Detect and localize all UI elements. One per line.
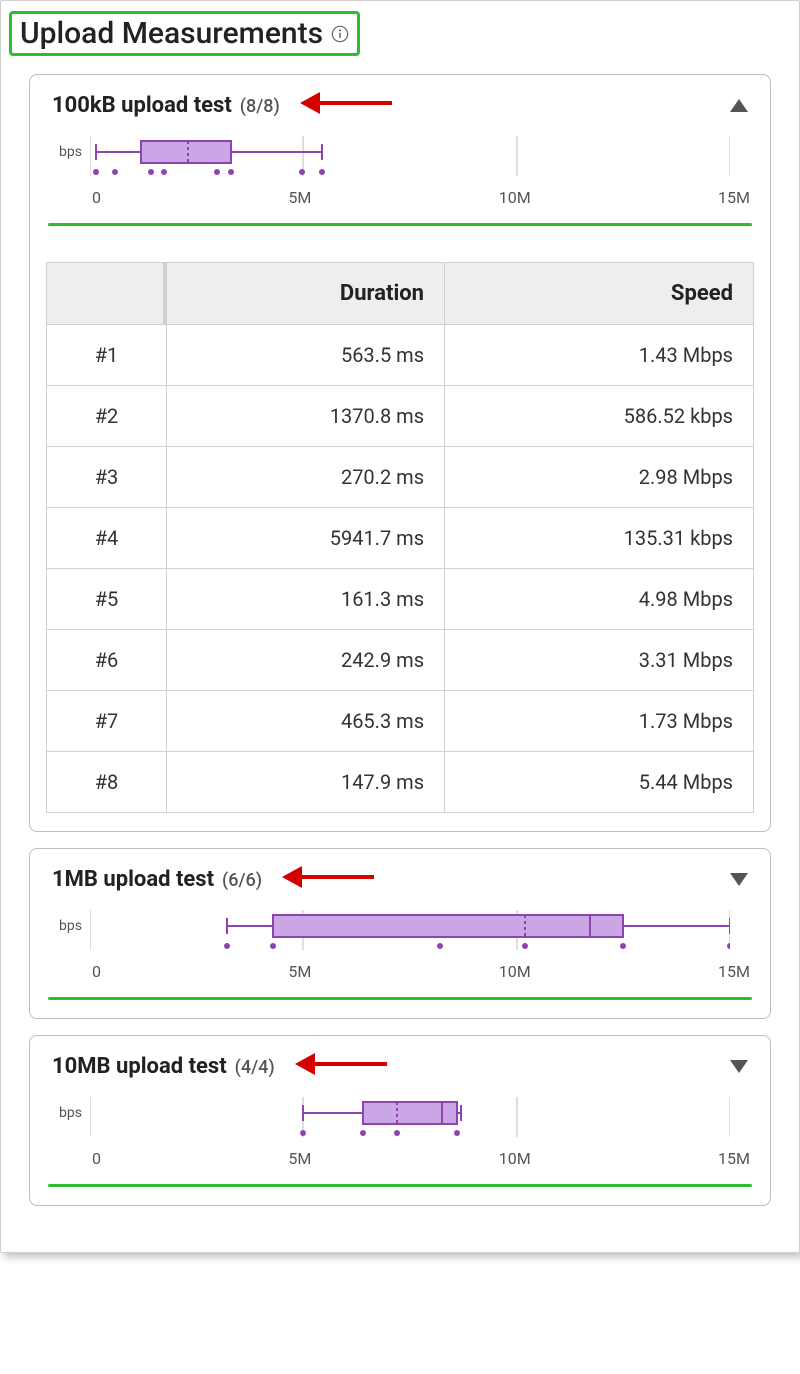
chevron-down-icon[interactable] (730, 873, 748, 886)
panel-10mb: 10MB upload test (4/4) bps (29, 1035, 771, 1206)
row-index: #7 (47, 691, 167, 752)
table-row: #6 242.9 ms 3.31 Mbps (47, 630, 754, 691)
row-index: #4 (47, 508, 167, 569)
section-title-highlight: Upload Measurements (9, 11, 360, 56)
row-index: #8 (47, 752, 167, 813)
col-speed: Speed (445, 263, 754, 325)
axis-tick: 10M (499, 188, 531, 207)
bps-label: bps (48, 1097, 82, 1121)
measurements-table: Duration Speed #1 563.5 ms 1.43 Mbps #2 … (46, 262, 754, 813)
row-duration: 5941.7 ms (167, 508, 445, 569)
row-index: #6 (47, 630, 167, 691)
row-speed: 1.43 Mbps (445, 325, 754, 386)
chevron-down-icon[interactable] (730, 1060, 748, 1073)
row-duration: 1370.8 ms (167, 386, 445, 447)
panel-10mb-title: 10MB upload test (52, 1054, 227, 1079)
row-duration: 465.3 ms (167, 691, 445, 752)
row-speed: 3.31 Mbps (445, 630, 754, 691)
axis-tick: 5M (288, 1149, 311, 1168)
row-speed: 4.98 Mbps (445, 569, 754, 630)
row-duration: 242.9 ms (167, 630, 445, 691)
axis-tick: 0 (92, 1149, 101, 1168)
col-duration: Duration (167, 263, 445, 325)
row-speed: 1.73 Mbps (445, 691, 754, 752)
boxplot-10mb-svg (90, 1097, 730, 1145)
annotation-arrow-icon (284, 868, 374, 886)
row-speed: 5.44 Mbps (445, 752, 754, 813)
panel-100kb-header[interactable]: 100kB upload test (8/8) (30, 75, 770, 118)
row-duration: 563.5 ms (167, 325, 445, 386)
panel-100kb: 100kB upload test (8/8) bps (29, 74, 771, 832)
row-index: #2 (47, 386, 167, 447)
chevron-up-icon[interactable] (730, 99, 748, 112)
axis-tick: 0 (92, 188, 101, 207)
annotation-arrow-icon (302, 94, 392, 112)
row-duration: 147.9 ms (167, 752, 445, 813)
panel-100kb-count: (8/8) (240, 96, 280, 117)
table-row: #4 5941.7 ms 135.31 kbps (47, 508, 754, 569)
row-index: #3 (47, 447, 167, 508)
table-row: #2 1370.8 ms 586.52 kbps (47, 386, 754, 447)
axis-tick: 10M (499, 962, 531, 981)
panel-10mb-count: (4/4) (235, 1057, 275, 1078)
axis-tick: 15M (718, 188, 750, 207)
panel-100kb-boxplot: bps (30, 118, 770, 207)
table-row: #5 161.3 ms 4.98 Mbps (47, 569, 754, 630)
row-index: #1 (47, 325, 167, 386)
panel-1mb: 1MB upload test (6/6) bps (29, 848, 771, 1019)
panel-1mb-count: (6/6) (222, 870, 262, 891)
col-index (47, 263, 167, 325)
panel-1mb-boxplot: bps (30, 892, 770, 981)
panel-1mb-title: 1MB upload test (52, 867, 214, 892)
row-duration: 161.3 ms (167, 569, 445, 630)
boxplot-100kb-axis: 0 5M 10M 15M (90, 184, 752, 207)
upload-measurements-card: Upload Measurements 100kB upload test (8… (0, 0, 800, 1253)
row-speed: 2.98 Mbps (445, 447, 754, 508)
bps-label: bps (48, 136, 82, 160)
row-duration: 270.2 ms (167, 447, 445, 508)
panel-10mb-boxplot: bps (30, 1079, 770, 1168)
boxplot-10mb-axis: 0 5M 10M 15M (90, 1145, 752, 1168)
table-header-row: Duration Speed (47, 263, 754, 325)
row-speed: 135.31 kbps (445, 508, 754, 569)
row-index: #5 (47, 569, 167, 630)
boxplot-1mb-svg (90, 910, 730, 958)
panel-10mb-header[interactable]: 10MB upload test (4/4) (30, 1036, 770, 1079)
row-speed: 586.52 kbps (445, 386, 754, 447)
table-row: #3 270.2 ms 2.98 Mbps (47, 447, 754, 508)
annotation-arrow-icon (297, 1055, 387, 1073)
boxplot-100kb-svg (90, 136, 730, 184)
panel-100kb-table: Duration Speed #1 563.5 ms 1.43 Mbps #2 … (30, 226, 770, 831)
table-row: #7 465.3 ms 1.73 Mbps (47, 691, 754, 752)
panel-1mb-header[interactable]: 1MB upload test (6/6) (30, 849, 770, 892)
axis-tick: 15M (718, 1149, 750, 1168)
table-row: #8 147.9 ms 5.44 Mbps (47, 752, 754, 813)
info-icon[interactable] (331, 25, 349, 43)
section-header: Upload Measurements (1, 1, 799, 68)
bps-label: bps (48, 910, 82, 934)
axis-tick: 0 (92, 962, 101, 981)
axis-tick: 10M (499, 1149, 531, 1168)
panel-100kb-title: 100kB upload test (52, 93, 232, 118)
axis-tick: 5M (288, 962, 311, 981)
axis-tick: 15M (718, 962, 750, 981)
table-row: #1 563.5 ms 1.43 Mbps (47, 325, 754, 386)
axis-tick: 5M (288, 188, 311, 207)
boxplot-1mb-axis: 0 5M 10M 15M (90, 958, 752, 981)
section-title: Upload Measurements (20, 16, 323, 51)
